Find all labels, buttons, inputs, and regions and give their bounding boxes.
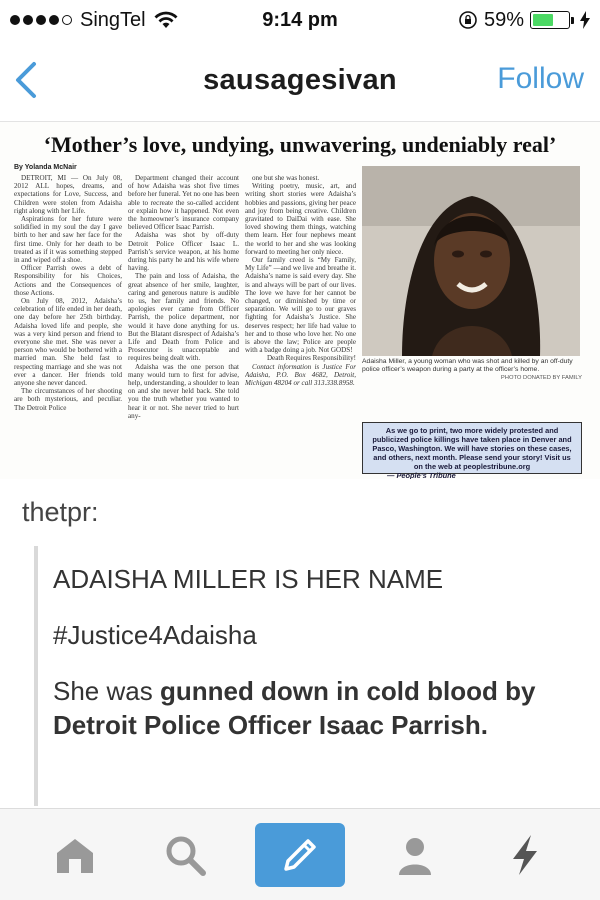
photo-caption: Adaisha Miller, a young woman who was sh… bbox=[362, 358, 582, 382]
notice-signature: — People’s Tribune bbox=[387, 471, 456, 479]
column-paragraph: Officer Parrish owes a debt of Responsib… bbox=[14, 264, 122, 297]
column-paragraph: Writing poetry, music, art, and writing … bbox=[245, 182, 356, 256]
photo-credit: PHOTO DONATED BY FAMILY bbox=[500, 375, 582, 381]
column-paragraph: Death Requires Responsibility! bbox=[266, 354, 356, 363]
tab-home[interactable] bbox=[35, 822, 115, 888]
follow-button[interactable]: Follow bbox=[497, 62, 584, 96]
photo-caption-text: Adaisha Miller, a young woman who was sh… bbox=[362, 358, 573, 373]
article-column-1: DETROIT, MI — On July 08, 2012 ALL hopes… bbox=[14, 174, 122, 476]
column-paragraph: On July 08, 2012, Adaisha’s celebration … bbox=[14, 297, 122, 388]
column-paragraph: Adaisha was shot by off-duty Detroit Pol… bbox=[128, 231, 239, 273]
peoples-tribune-notice: As we go to print, two more widely prote… bbox=[362, 422, 582, 479]
article-column-2: Department changed their account of how … bbox=[128, 174, 239, 476]
charging-bolt-icon bbox=[580, 11, 590, 29]
rotation-lock-icon bbox=[459, 11, 477, 29]
column-paragraph: Adaisha was the one person that many wou… bbox=[128, 362, 239, 420]
wifi-icon bbox=[154, 11, 178, 28]
reblog-author-link[interactable]: thetpr: bbox=[22, 497, 99, 528]
search-icon bbox=[166, 836, 206, 876]
post-line-statement: She was gunned down in cold blood by Det… bbox=[53, 674, 600, 742]
navigation-bar: sausagesivan Follow bbox=[0, 40, 600, 122]
column-paragraph: Department changed their account of how … bbox=[128, 174, 239, 232]
home-icon bbox=[57, 838, 93, 873]
column-paragraph: one but she was honest. bbox=[252, 174, 320, 182]
column-paragraph: DETROIT, MI — On July 08, 2012 ALL hopes… bbox=[14, 174, 122, 215]
tab-account[interactable] bbox=[375, 822, 455, 888]
compose-icon bbox=[284, 838, 316, 871]
signal-strength-icon bbox=[10, 15, 72, 25]
tab-activity[interactable] bbox=[485, 822, 565, 888]
article-byline: By Yolanda McNair bbox=[14, 164, 77, 171]
newspaper-clipping-image[interactable]: ‘Mother’s love, undying, unwavering, und… bbox=[0, 122, 600, 479]
status-bar: SingTel 9:14 pm 59% bbox=[0, 0, 600, 40]
tab-bar bbox=[0, 808, 600, 900]
column-paragraph: The circumstances of her shooting are bo… bbox=[14, 387, 122, 412]
activity-icon bbox=[513, 834, 537, 875]
tab-compose[interactable] bbox=[255, 822, 345, 887]
battery-percent: 59% bbox=[483, 8, 524, 31]
battery-icon bbox=[530, 11, 574, 29]
account-icon bbox=[399, 837, 431, 875]
column-paragraph: Aspirations for her future were solidifi… bbox=[14, 215, 122, 265]
reblog-quote: ADAISHA MILLER IS HER NAME #Justice4Adai… bbox=[34, 546, 600, 806]
statement-plain: She was bbox=[53, 676, 160, 706]
article-headline: ‘Mother’s love, undying, unwavering, und… bbox=[43, 132, 557, 157]
post-line-name: ADAISHA MILLER IS HER NAME bbox=[53, 564, 444, 594]
article-column-3: one but she was honest. Writing poetry, … bbox=[245, 174, 356, 476]
tab-search[interactable] bbox=[145, 822, 225, 888]
portrait-photo bbox=[362, 166, 580, 356]
carrier-name: SingTel bbox=[80, 8, 146, 31]
post-hashtag[interactable]: #Justice4Adaisha bbox=[53, 618, 600, 652]
notice-text: As we go to print, two more widely prote… bbox=[372, 426, 572, 471]
column-paragraph: Our family creed is “My Family, My Life”… bbox=[245, 256, 356, 355]
column-paragraph: Contact information is Justice For Adais… bbox=[245, 362, 356, 388]
column-paragraph: The pain and loss of Adaisha, the great … bbox=[128, 272, 239, 363]
